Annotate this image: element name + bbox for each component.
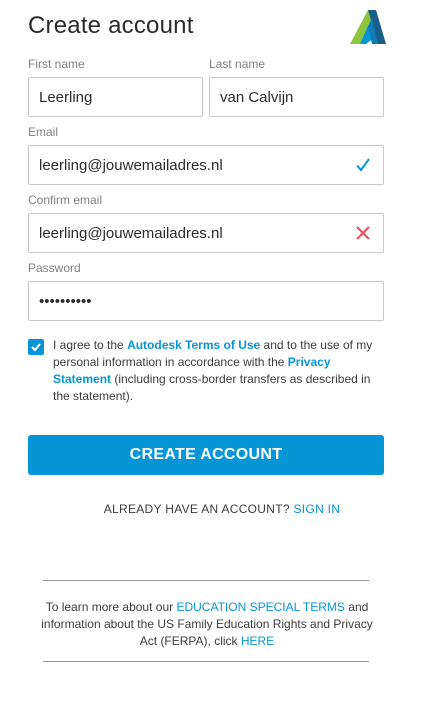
checkmark-icon	[31, 343, 41, 352]
last-name-label: Last name	[209, 57, 266, 71]
agreement-text: I agree to the Autodesk Terms of Use and…	[53, 337, 388, 405]
email-field[interactable]: leerling@jouwemailadres.nl	[28, 145, 384, 185]
divider-bottom	[43, 661, 369, 662]
email-label: Email	[28, 125, 59, 139]
first-name-field[interactable]: Leerling	[28, 77, 203, 117]
signin-prompt: ALREADY HAVE AN ACCOUNT?	[103, 502, 290, 516]
password-label: Password	[28, 261, 81, 275]
confirm-email-field[interactable]: leerling@jouwemailadres.nl	[28, 213, 384, 253]
here-link[interactable]: HERE	[241, 634, 274, 648]
check-icon	[353, 155, 373, 175]
confirm-email-value: leerling@jouwemailadres.nl	[39, 224, 223, 242]
autodesk-logo-icon	[350, 10, 386, 44]
email-value: leerling@jouwemailadres.nl	[39, 156, 223, 174]
password-value: ••••••••••	[39, 292, 92, 310]
confirm-email-label: Confirm email	[28, 193, 103, 207]
signin-row: ALREADY HAVE AN ACCOUNT? SIGN IN	[0, 502, 444, 516]
agree-checkbox[interactable]	[28, 339, 44, 355]
terms-of-use-link[interactable]: Autodesk Terms of Use	[127, 338, 260, 352]
first-name-value: Leerling	[39, 88, 93, 106]
divider-top	[43, 580, 369, 581]
first-name-label: First name	[28, 57, 85, 71]
education-text-part: To learn more about our	[45, 600, 177, 614]
last-name-value: van Calvijn	[220, 88, 294, 106]
create-account-button[interactable]: CREATE ACCOUNT	[28, 435, 384, 475]
page-title: Create account	[28, 12, 194, 39]
education-terms-link[interactable]: EDUCATION SPECIAL TERMS	[176, 600, 344, 614]
error-x-icon	[353, 223, 373, 243]
agreement-text-part: I agree to the	[53, 338, 128, 352]
sign-in-link[interactable]: SIGN IN	[294, 502, 341, 516]
create-account-page: Create account First name Leerling Last …	[0, 0, 444, 703]
last-name-field[interactable]: van Calvijn	[209, 77, 384, 117]
password-field[interactable]: ••••••••••	[28, 281, 384, 321]
education-info: To learn more about our EDUCATION SPECIA…	[40, 599, 374, 650]
